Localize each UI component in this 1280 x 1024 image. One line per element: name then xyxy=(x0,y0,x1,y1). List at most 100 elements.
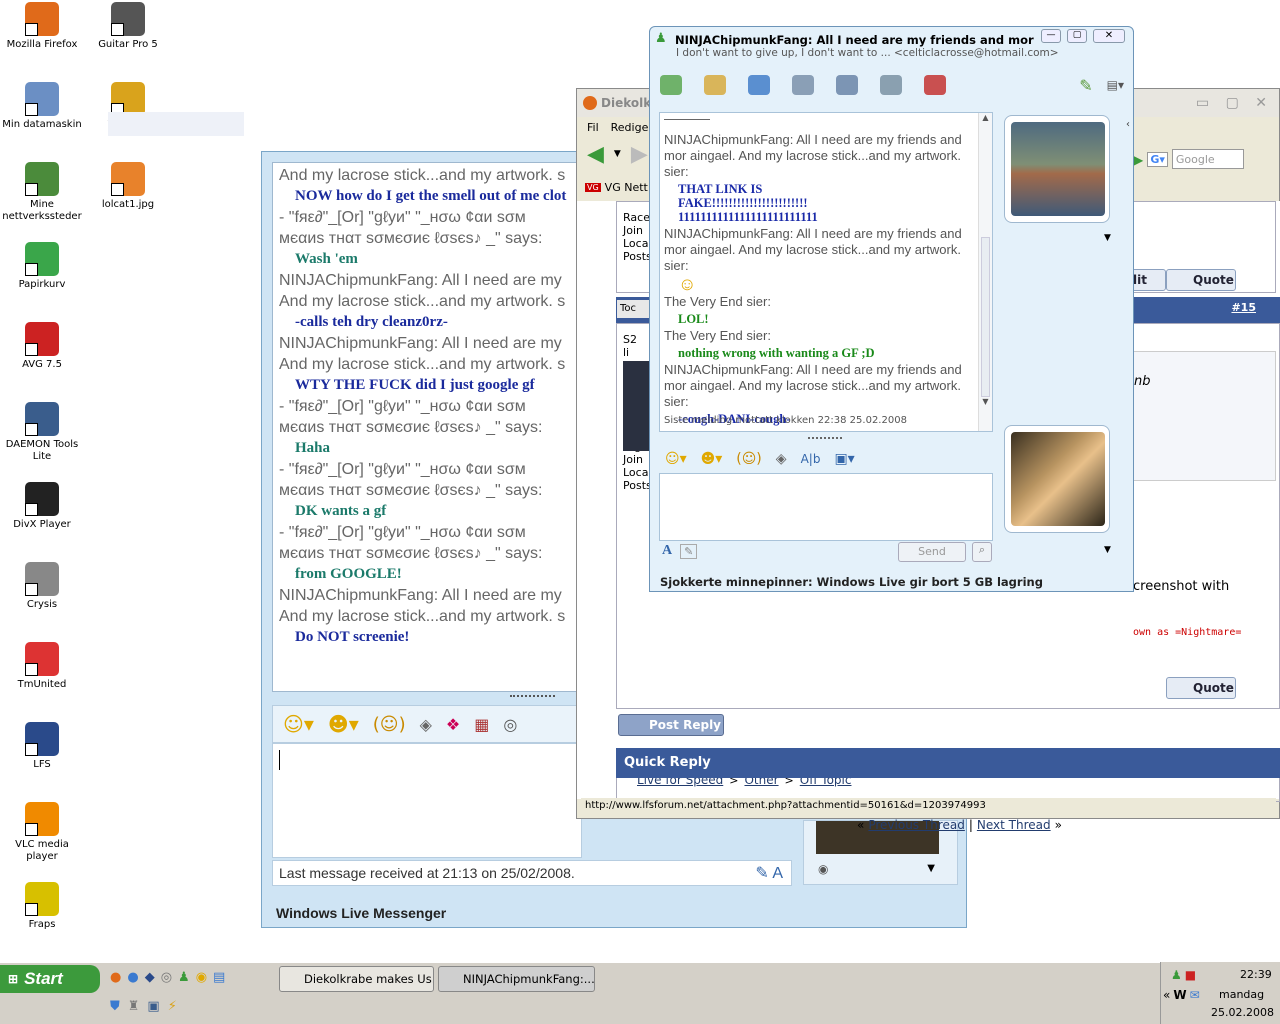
background-message-input[interactable] xyxy=(272,743,582,858)
chevron-left-icon[interactable]: « xyxy=(1163,988,1170,1002)
close-button[interactable]: ✕ xyxy=(1093,29,1125,43)
font-icon[interactable]: ✎ A xyxy=(755,863,783,883)
handwriting-icon[interactable]: ✎ xyxy=(680,543,698,559)
font-style-icon[interactable]: A|b xyxy=(801,452,821,466)
forward-icon[interactable]: ▶ xyxy=(631,142,648,167)
collapse-icon[interactable]: ‹ xyxy=(1126,119,1130,130)
menu-icon[interactable]: ▤▾ xyxy=(1107,78,1124,92)
gift-icon[interactable]: ❖ xyxy=(446,715,460,734)
invite-icon[interactable] xyxy=(660,75,682,95)
post-number[interactable]: #15 xyxy=(1231,301,1256,314)
ad-banner-text[interactable]: Sjokkerte minnepinner: Windows Live gir … xyxy=(660,575,1043,589)
mail-icon[interactable]: ✉ xyxy=(1190,988,1200,1002)
messenger-icon[interactable]: ♟ xyxy=(1171,968,1182,982)
desktop-icon[interactable]: Papirkurv xyxy=(0,242,84,291)
activities-icon[interactable] xyxy=(836,75,858,95)
bookmark-vg[interactable]: VG Nett xyxy=(605,181,648,194)
send-button[interactable]: Send xyxy=(898,542,966,562)
splitter-handle[interactable] xyxy=(510,695,555,699)
quick-reply-header[interactable]: Quick Reply xyxy=(616,748,1280,778)
desktop-icon[interactable]: Min datamaskin xyxy=(0,82,84,131)
window-controls[interactable]: ▭ ▢ ✕ xyxy=(1196,95,1273,111)
chat-line: NINJAChipmunkFang: All I need are my xyxy=(279,335,562,352)
voice-clip-icon[interactable]: ◈ xyxy=(420,715,432,734)
clock-time[interactable]: 22:39 xyxy=(1240,968,1272,981)
emoticon-icon[interactable]: ☺▾ xyxy=(665,451,687,467)
next-thread-link[interactable]: Next Thread xyxy=(977,818,1051,832)
start-button[interactable]: ⊞ Start xyxy=(0,965,100,993)
share-files-icon[interactable] xyxy=(704,75,726,95)
back-icon[interactable]: ◀ xyxy=(587,142,604,167)
minimize-button[interactable]: — xyxy=(1041,29,1061,43)
chevron-down-icon[interactable]: ▼ xyxy=(1104,545,1111,555)
splitter-handle[interactable] xyxy=(808,437,842,439)
background-input-toolbar: ☺▾ ☻▾ (☺) ◈ ❖ ▦ ◎ xyxy=(272,705,602,743)
nudge-icon[interactable]: (☺) xyxy=(373,714,406,735)
search-icon[interactable]: ⌕ xyxy=(972,542,992,562)
desktop-icon[interactable]: DivX Player xyxy=(0,482,84,531)
background-icon[interactable]: ▦ xyxy=(474,715,489,734)
shield-icon[interactable]: ⛊ xyxy=(110,999,120,1014)
previous-thread-link[interactable]: Previous Thread xyxy=(868,818,965,832)
scroll-down-icon[interactable]: ▼ xyxy=(979,397,992,406)
desktop-icon[interactable]: Mine nettverkssteder xyxy=(0,162,84,223)
desktop-icon[interactable]: Fraps xyxy=(0,882,84,931)
desktop-icon[interactable]: lolcat1.jpg xyxy=(86,162,170,211)
font-icon[interactable]: A xyxy=(662,543,672,559)
sound-icon[interactable]: ◎ xyxy=(503,715,517,734)
app-icon[interactable]: ◎ xyxy=(161,970,172,985)
desktop-icon[interactable]: ▤ xyxy=(213,970,225,985)
winamp-icon[interactable]: W xyxy=(1173,988,1186,1002)
ie-icon[interactable]: ● xyxy=(127,970,138,985)
webcam-icon[interactable]: ◉ xyxy=(818,862,957,876)
quote-button[interactable]: Quote xyxy=(1166,269,1236,291)
wink-icon[interactable]: ☻▾ xyxy=(328,712,359,736)
desktop-icon[interactable]: Guitar Pro 5 xyxy=(86,2,170,51)
post-info-label: Posts xyxy=(623,250,652,263)
background-icon[interactable]: ▣▾ xyxy=(834,451,854,467)
app-icon[interactable]: ♜ xyxy=(128,999,140,1014)
chevron-down-icon[interactable]: ▼ xyxy=(927,863,935,874)
menu-edit[interactable]: Rediger xyxy=(611,121,653,134)
message-input[interactable] xyxy=(659,473,993,541)
desktop-icon[interactable]: LFS xyxy=(0,722,84,771)
nudge-icon[interactable]: (☺) xyxy=(736,451,762,467)
avg-icon[interactable]: ■ xyxy=(1185,968,1196,982)
maximize-button[interactable]: ▢ xyxy=(1067,29,1087,43)
taskbar-item-messenger[interactable]: NINJAChipmunkFang:... xyxy=(438,966,595,992)
video-call-icon[interactable] xyxy=(748,75,770,95)
call-icon[interactable] xyxy=(792,75,814,95)
app-icon[interactable]: ◆ xyxy=(145,970,155,985)
media-icon[interactable]: ◉ xyxy=(196,970,207,985)
paint-icon[interactable]: ✎ xyxy=(1079,76,1092,95)
block-icon[interactable] xyxy=(924,75,946,95)
desktop-icon[interactable]: DAEMON Tools Lite xyxy=(0,402,84,463)
desktop-icon[interactable]: Mozilla Firefox xyxy=(0,2,84,51)
taskbar-item-browser[interactable]: Diekolkrabe makes Us... xyxy=(279,966,434,992)
desktop-icon[interactable]: Crysis xyxy=(0,562,84,611)
app-icon[interactable]: ▣ xyxy=(147,999,159,1014)
wink-icon[interactable]: ☻▾ xyxy=(701,451,723,467)
search-input[interactable]: Google xyxy=(1171,149,1244,169)
scrollbar[interactable]: ▲ ▼ xyxy=(978,113,992,431)
chevron-down-icon[interactable]: ▼ xyxy=(1104,233,1111,243)
winamp-icon[interactable]: ⚡ xyxy=(168,999,177,1014)
quote-button[interactable]: Quote xyxy=(1166,677,1236,699)
games-icon[interactable] xyxy=(880,75,902,95)
google-icon[interactable]: G▾ xyxy=(1147,151,1168,167)
messenger-icon[interactable]: ♟ xyxy=(178,970,190,985)
post-reply-button[interactable]: Post Reply xyxy=(618,714,724,736)
emoticon-icon[interactable]: ☺▾ xyxy=(283,712,314,736)
voice-clip-icon[interactable]: ◈ xyxy=(776,451,787,467)
scroll-up-icon[interactable]: ▲ xyxy=(979,113,992,122)
desktop-icon[interactable]: VLC media player xyxy=(0,802,84,863)
desktop-icon[interactable]: TmUnited xyxy=(0,642,84,691)
scroll-thumb[interactable] xyxy=(981,237,990,397)
contact-status-message: I don't want to give up, I don't want to… xyxy=(676,47,1059,59)
chevron-down-icon[interactable]: ▼ xyxy=(614,149,621,159)
desktop-icon[interactable]: AVG 7.5 xyxy=(0,322,84,371)
menu-file[interactable]: Fil xyxy=(587,121,599,134)
messenger-conversation-window[interactable]: ♟ NINJAChipmunkFang: All I need are my f… xyxy=(649,26,1134,592)
firefox-icon[interactable]: ● xyxy=(110,970,121,985)
app-icon xyxy=(25,2,59,36)
